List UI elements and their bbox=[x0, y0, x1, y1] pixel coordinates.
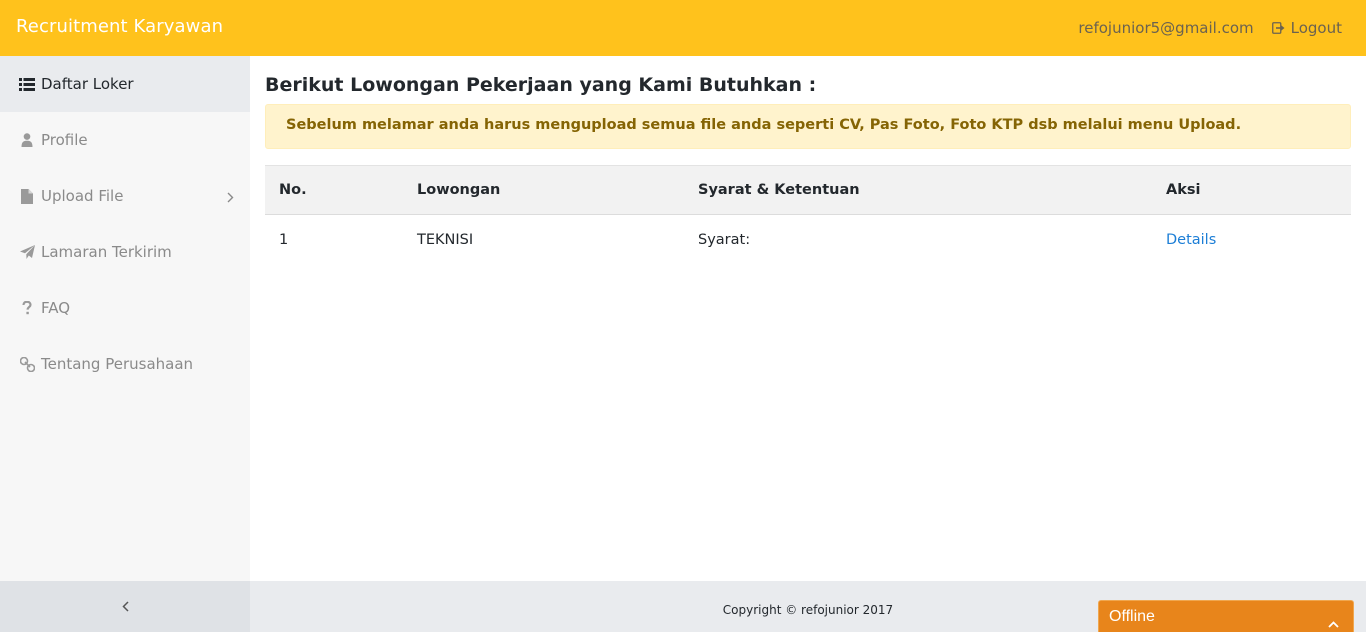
column-header-lowongan: Lowongan bbox=[403, 165, 684, 215]
upload-warning-alert: Sebelum melamar anda harus mengupload se… bbox=[265, 104, 1351, 149]
offline-chat-widget[interactable]: Offline bbox=[1098, 600, 1354, 632]
logout-button[interactable]: Logout bbox=[1271, 19, 1342, 37]
sidebar-item-label: Lamaran Terkirim bbox=[41, 243, 172, 261]
user-icon bbox=[18, 133, 36, 147]
sidebar-item-profile[interactable]: Profile bbox=[0, 112, 250, 168]
logout-label: Logout bbox=[1290, 19, 1342, 37]
chat-status-label: Offline bbox=[1109, 608, 1155, 625]
page-title: Berikut Lowongan Pekerjaan yang Kami But… bbox=[265, 74, 817, 96]
link-icon bbox=[18, 356, 36, 372]
sidebar-item-label: Daftar Loker bbox=[41, 75, 134, 93]
logout-icon bbox=[1271, 22, 1285, 34]
brand-title[interactable]: Recruitment Karyawan bbox=[16, 16, 223, 37]
top-navbar: Recruitment Karyawan refojunior5@gmail.c… bbox=[0, 0, 1366, 56]
sidebar-item-tentang-perusahaan[interactable]: Tentang Perusahaan bbox=[0, 336, 250, 392]
sidebar: Daftar Loker Profile Upload File Lamaran… bbox=[0, 56, 250, 581]
chevron-up-icon[interactable] bbox=[1328, 613, 1339, 632]
navbar-right: refojunior5@gmail.com Logout bbox=[1078, 19, 1342, 37]
main-content: Berikut Lowongan Pekerjaan yang Kami But… bbox=[250, 56, 1366, 581]
column-header-no: No. bbox=[265, 165, 403, 215]
cell-aksi: Details bbox=[1152, 215, 1351, 265]
sidebar-item-label: FAQ bbox=[41, 299, 71, 317]
sidebar-item-label: Profile bbox=[41, 131, 88, 149]
column-header-aksi: Aksi bbox=[1152, 165, 1351, 215]
column-header-syarat: Syarat & Ketentuan bbox=[684, 165, 1152, 215]
table-row: 1 TEKNISI Syarat: Details bbox=[265, 215, 1351, 265]
question-icon bbox=[18, 301, 36, 315]
cell-syarat: Syarat: bbox=[698, 231, 751, 248]
lowongan-table: No. Lowongan Syarat & Ketentuan Aksi 1 T… bbox=[265, 165, 1351, 265]
sidebar-item-label: Upload File bbox=[41, 187, 124, 205]
chevron-left-icon bbox=[121, 601, 129, 612]
sidebar-item-daftar-loker[interactable]: Daftar Loker bbox=[0, 56, 250, 112]
chevron-right-icon bbox=[227, 189, 234, 207]
cell-no: 1 bbox=[279, 231, 289, 248]
sidebar-item-label: Tentang Perusahaan bbox=[41, 355, 194, 373]
sidebar-item-faq[interactable]: FAQ bbox=[0, 280, 250, 336]
details-link[interactable]: Details bbox=[1166, 232, 1216, 248]
list-icon bbox=[18, 77, 36, 91]
paper-plane-icon bbox=[18, 245, 36, 259]
sidebar-item-upload-file[interactable]: Upload File bbox=[0, 168, 250, 224]
file-icon bbox=[18, 188, 36, 204]
sidebar-collapse-button[interactable] bbox=[0, 581, 250, 632]
table-header-row: No. Lowongan Syarat & Ketentuan Aksi bbox=[265, 165, 1351, 215]
user-email[interactable]: refojunior5@gmail.com bbox=[1078, 19, 1253, 37]
cell-lowongan: TEKNISI bbox=[417, 231, 474, 248]
sidebar-item-lamaran-terkirim[interactable]: Lamaran Terkirim bbox=[0, 224, 250, 280]
